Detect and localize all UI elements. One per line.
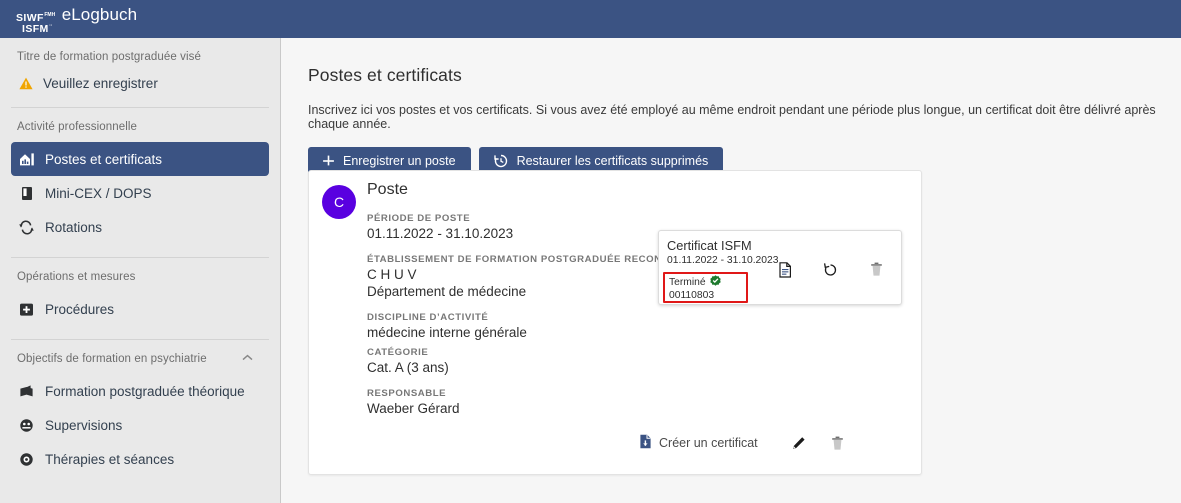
create-certificate-label: Créer un certificat <box>659 436 758 450</box>
certificate-dates: 01.11.2022 - 31.10.2023 <box>667 255 779 266</box>
book-icon <box>18 383 35 400</box>
create-certificate-button[interactable]: Créer un certificat <box>639 434 758 452</box>
sidebar-item-label: Rotations <box>45 219 103 235</box>
avatar-letter: C <box>333 194 345 210</box>
sidebar-divider-2 <box>11 257 269 258</box>
certificate-status-highlight: Terminé 00110803 <box>663 272 748 303</box>
restore-clock-icon <box>493 154 508 168</box>
home-chart-icon <box>18 151 35 168</box>
edit-pencil-icon[interactable] <box>790 435 807 452</box>
field-label: DISCIPLINE D’ACTIVITÉ <box>367 311 489 323</box>
check-badge-icon <box>709 275 721 289</box>
main-content: Postes et certificats Inscrivez ici vos … <box>282 38 1181 503</box>
sidebar: Titre de formation postgraduée visé Veui… <box>0 38 281 503</box>
brand-line1: SIWF <box>16 11 44 24</box>
brand-line2-sup: ·· <box>49 22 53 29</box>
chevron-up-icon[interactable] <box>242 353 254 365</box>
sidebar-item-label: Postes et certificats <box>45 151 163 167</box>
clipboard-icon <box>18 185 35 202</box>
field-label: CATÉGORIE <box>367 347 429 359</box>
field-categorie: CATÉGORIE Cat. A (3 ans) <box>367 347 911 377</box>
sidebar-section-activity-label: Activité professionnelle <box>17 121 138 133</box>
add-post-label: Enregistrer un poste <box>343 153 456 168</box>
sidebar-item-label: Supervisions <box>45 417 123 433</box>
sidebar-item-label: Procédures <box>45 301 115 317</box>
certificate-panel: Certificat ISFM 01.11.2022 - 31.10.2023 … <box>658 230 902 305</box>
sidebar-item-therapies-et-seances[interactable]: Thérapies et séances <box>11 442 269 476</box>
sidebar-divider-1 <box>11 107 269 108</box>
restore-icon[interactable] <box>822 261 839 278</box>
post-title: Poste <box>367 181 408 198</box>
field-value: Waeber Gérard <box>367 400 460 416</box>
trash-icon[interactable] <box>868 261 885 278</box>
status-badge: Terminé <box>669 275 746 289</box>
restore-certificates-label: Restaurer les certificats supprimés <box>516 153 709 168</box>
field-discipline: DISCIPLINE D’ACTIVITÉ médecine interne g… <box>367 312 911 342</box>
certificate-title: Certificat ISFM <box>667 238 752 253</box>
sidebar-section-objectives-label: Objectifs de formation en psychiatrie <box>17 353 207 365</box>
status-label: Terminé <box>669 276 706 288</box>
sidebar-item-label: Formation postgraduée théorique <box>45 383 245 399</box>
brand-line1-sup: FMH <box>44 11 56 18</box>
siwf-isfm-mark: SIWF FMH ISFM ·· <box>16 11 56 35</box>
brand-logo[interactable]: SIWF FMH ISFM ·· eLogbuch <box>0 4 138 35</box>
sidebar-item-register-title[interactable]: Veuillez enregistrer <box>0 72 280 94</box>
sidebar-warning-text: Veuillez enregistrer <box>43 75 158 91</box>
create-certificate-icon <box>639 434 652 452</box>
sidebar-item-procedures[interactable]: Procédures <box>11 292 269 326</box>
plus-square-icon <box>18 301 35 318</box>
sidebar-item-label: Thérapies et séances <box>45 451 175 467</box>
refresh-icon <box>18 219 35 236</box>
certificate-actions <box>776 261 885 278</box>
sidebar-item-supervisions[interactable]: Supervisions <box>11 408 269 442</box>
sidebar-item-mini-cex-dops[interactable]: Mini-CEX / DOPS <box>11 176 269 210</box>
field-value: médecine interne générale <box>367 324 527 340</box>
certificate-number: 00110803 <box>669 290 715 301</box>
sidebar-item-rotations[interactable]: Rotations <box>11 210 269 244</box>
sidebar-section-objectives[interactable]: Objectifs de formation en psychiatrie <box>0 353 280 365</box>
page-title: Postes et certificats <box>308 65 462 85</box>
sidebar-divider-3 <box>11 339 269 340</box>
post-card-footer: Créer un certificat <box>639 434 846 452</box>
plus-icon <box>323 155 334 166</box>
certificate-info: Certificat ISFM 01.11.2022 - 31.10.2023 <box>667 238 778 266</box>
field-value: Cat. A (3 ans) <box>367 360 449 376</box>
field-label: PÉRIODE DE POSTE <box>367 213 471 224</box>
sidebar-item-label: Mini-CEX / DOPS <box>45 185 152 201</box>
field-responsable: RESPONSABLE Waeber Gérard <box>367 388 911 418</box>
document-icon[interactable] <box>776 261 793 278</box>
app-name: eLogbuch <box>61 4 138 24</box>
supervision-icon <box>18 417 35 434</box>
brand-line2: ISFM <box>22 22 49 35</box>
page-description: Inscrivez ici vos postes et vos certific… <box>308 103 1156 131</box>
post-card: C Poste PÉRIODE DE POSTE 01.11.2022 - 31… <box>308 170 922 475</box>
sidebar-item-postes-et-certificats[interactable]: Postes et certificats <box>11 142 269 176</box>
sidebar-item-formation-postgraduee-theorique[interactable]: Formation postgraduée théorique <box>11 374 269 408</box>
sidebar-section-operations-label: Opérations et mesures <box>17 271 136 283</box>
app-header: SIWF FMH ISFM ·· eLogbuch <box>0 0 1181 38</box>
therapy-icon <box>18 451 35 468</box>
avatar: C <box>322 185 356 219</box>
trash-icon[interactable] <box>829 435 846 452</box>
sidebar-section-title-label: Titre de formation postgraduée visé <box>17 51 201 63</box>
field-label: RESPONSABLE <box>367 387 447 399</box>
warning-triangle-icon <box>17 75 34 92</box>
